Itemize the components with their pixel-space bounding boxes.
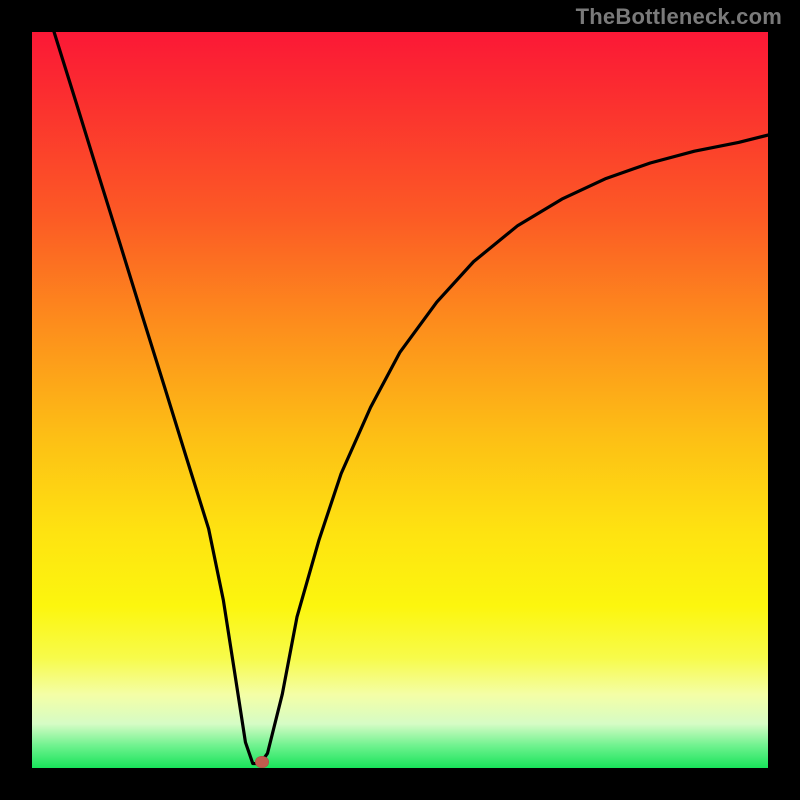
- bottleneck-curve: [32, 32, 768, 768]
- plot-area: [32, 32, 768, 768]
- optimum-marker: [255, 756, 269, 768]
- chart-frame: TheBottleneck.com: [0, 0, 800, 800]
- watermark-text: TheBottleneck.com: [576, 4, 782, 30]
